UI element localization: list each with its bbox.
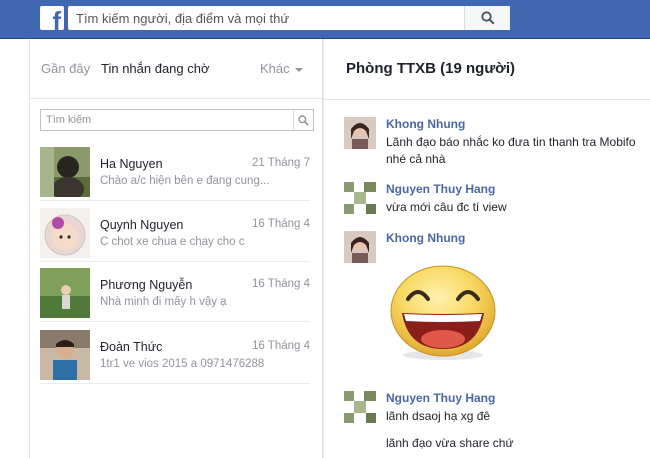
tab-pending-messages[interactable]: Tin nhắn đang chờ	[101, 61, 210, 76]
thread-date: 16 Tháng 4	[252, 278, 310, 290]
thread-search	[40, 109, 314, 131]
avatar[interactable]	[344, 391, 376, 423]
thread-name: Phương Nguyễn	[100, 278, 193, 292]
thread-name: Đoàn Thức	[100, 340, 163, 354]
thread-snippet: Nhà minh đi mấy h vậy ạ	[100, 296, 227, 308]
thread-date: 16 Tháng 4	[252, 218, 310, 230]
tab-other-label: Khác	[260, 61, 290, 76]
left-gutter	[0, 39, 30, 458]
message-group: Khong Nhung Lãnh đạo báo nhắc ko đưa tin…	[344, 117, 650, 167]
conversation-title: Phòng TTXB (19 người)	[346, 60, 516, 77]
avatar	[40, 208, 90, 258]
thread-snippet: Chào a/c hiện bên e đang cung...	[100, 175, 270, 187]
message-text: nhé cả nhà	[386, 152, 446, 166]
global-search-input[interactable]	[68, 6, 468, 30]
message-threads-panel: Gần đây Tin nhắn đang chờ Khác Ha Nguyen…	[30, 39, 323, 458]
global-search	[68, 6, 510, 30]
global-search-button[interactable]	[464, 6, 510, 30]
chevron-down-icon	[294, 67, 303, 72]
message-text: Lãnh đạo báo nhắc ko đưa tin thanh tra M…	[386, 135, 636, 149]
top-navigation-bar: f	[0, 0, 650, 39]
thread-item[interactable]: Đoàn Thức 16 Tháng 4 1tr1 ve vios 2015 a…	[40, 324, 310, 384]
message-text: lãnh đạo vừa share chứ	[386, 436, 514, 450]
avatar	[40, 147, 90, 197]
thread-date: 16 Tháng 4	[252, 340, 310, 352]
thread-item[interactable]: Quynh Nguyen 16 Tháng 4 C chot xe chua e…	[40, 202, 310, 262]
message-sender[interactable]: Khong Nhung	[386, 231, 465, 245]
avatar[interactable]	[344, 182, 376, 214]
message-group: Nguyen Thuy Hang vừa mới câu đc tí view	[344, 182, 650, 218]
message-sender[interactable]: Nguyen Thuy Hang	[386, 391, 495, 405]
tab-other[interactable]: Khác	[260, 61, 303, 76]
thread-tabs: Gần đây Tin nhắn đang chờ Khác	[30, 39, 323, 99]
thread-snippet: 1tr1 ve vios 2015 a 0971476288	[100, 358, 265, 370]
conversation-panel: Phòng TTXB (19 người) Khong Nhung Lãnh đ…	[324, 39, 650, 458]
avatar[interactable]	[344, 117, 376, 149]
thread-item[interactable]: Ha Nguyen 21 Tháng 7 Chào a/c hiện bên e…	[40, 141, 310, 201]
facebook-logo-icon[interactable]: f	[40, 6, 64, 30]
tab-recent[interactable]: Gần đây	[41, 61, 90, 76]
message-text: lãnh dsaoj hạ xg đê	[386, 409, 491, 423]
thread-item[interactable]: Phương Nguyễn 16 Tháng 4 Nhà minh đi mấy…	[40, 262, 310, 322]
thread-name: Quynh Nguyen	[100, 218, 184, 232]
search-icon	[480, 11, 495, 25]
message-group: Nguyen Thuy Hang lãnh dsaoj hạ xg đê lãn…	[344, 391, 650, 458]
avatar	[40, 330, 90, 380]
thread-snippet: C chot xe chua e chay cho c	[100, 236, 245, 248]
thread-search-button[interactable]	[293, 110, 313, 130]
thread-date: 21 Tháng 7	[252, 157, 310, 169]
message-group: Khong Nhung	[344, 231, 650, 371]
message-sender[interactable]: Nguyen Thuy Hang	[386, 182, 495, 196]
avatar	[40, 268, 90, 318]
message-text: vừa mới câu đc tí view	[386, 200, 507, 214]
avatar[interactable]	[344, 231, 376, 263]
search-icon	[298, 114, 309, 126]
thread-search-input[interactable]	[41, 110, 291, 130]
divider	[324, 99, 650, 100]
laughing-face-sticker-icon	[390, 265, 496, 360]
message-sender[interactable]: Khong Nhung	[386, 117, 465, 131]
thread-name: Ha Nguyen	[100, 157, 163, 171]
